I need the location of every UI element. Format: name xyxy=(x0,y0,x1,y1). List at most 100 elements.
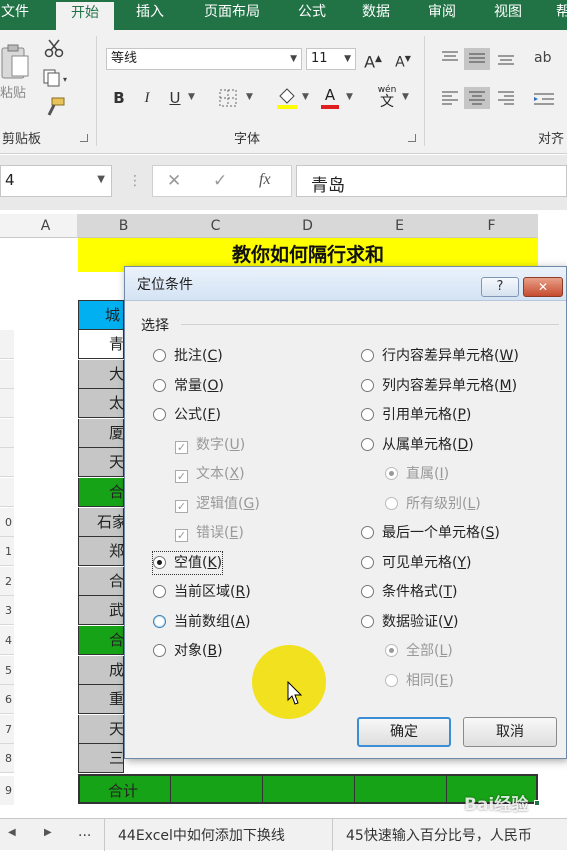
tab-data[interactable]: 数据 xyxy=(350,0,402,30)
city-cell[interactable]: 武 xyxy=(78,596,124,626)
fill-color-icon[interactable] xyxy=(276,86,298,110)
copy-icon[interactable]: ▾ xyxy=(42,68,72,88)
row-header[interactable]: 6 xyxy=(0,685,14,715)
tab-file[interactable]: 文件 xyxy=(0,0,38,30)
fill-color-dropdown-icon[interactable]: ▼ xyxy=(302,92,309,102)
grow-font-button[interactable]: A▲ xyxy=(362,47,384,71)
row-header[interactable]: 5 xyxy=(0,655,14,685)
dialog-title-bar[interactable]: 定位条件 ? ✕ xyxy=(125,267,566,301)
city-cell[interactable]: 三 xyxy=(78,744,124,774)
column-header-c[interactable]: C xyxy=(170,214,262,238)
font-launcher-icon[interactable] xyxy=(408,134,416,142)
radio-icon[interactable] xyxy=(361,585,374,598)
city-cell[interactable]: 大 xyxy=(78,359,124,389)
option-l-2[interactable]: 公式(F) xyxy=(153,404,221,426)
row-header[interactable]: 0 xyxy=(0,507,14,537)
border-dropdown-icon[interactable]: ▼ xyxy=(246,92,253,102)
row-header[interactable] xyxy=(0,359,14,389)
radio-icon[interactable] xyxy=(153,555,166,569)
row-header[interactable]: 7 xyxy=(0,714,14,744)
option-l-0[interactable]: 批注(C) xyxy=(153,345,223,367)
option-r-1[interactable]: 列内容差异单元格(M) xyxy=(361,375,517,397)
city-cell[interactable]: 成 xyxy=(78,655,124,685)
row-header[interactable] xyxy=(0,478,14,507)
bold-button[interactable]: B xyxy=(110,86,128,110)
ok-button[interactable]: 确定 xyxy=(357,717,451,747)
city-cell[interactable]: 郑 xyxy=(78,537,124,567)
radio-icon[interactable] xyxy=(153,349,166,362)
radio-icon[interactable] xyxy=(361,614,374,628)
font-color-dropdown-icon[interactable]: ▼ xyxy=(346,92,353,102)
italic-button[interactable]: I xyxy=(138,86,156,110)
city-cell[interactable]: 重 xyxy=(78,685,124,715)
phonetic-dropdown-icon[interactable]: ▼ xyxy=(402,92,409,102)
radio-icon[interactable] xyxy=(153,408,166,421)
sheet-tab[interactable]: 45快速输入百分比号，人民币 xyxy=(346,825,567,845)
tab-page-layout[interactable]: 页面布局 xyxy=(190,0,274,30)
city-cell[interactable]: 合 xyxy=(78,566,124,596)
radio-icon[interactable] xyxy=(361,555,374,569)
sheet-tab[interactable]: 44Excel中如何添加下换线 xyxy=(118,825,285,845)
city-cell[interactable]: 石家 xyxy=(78,507,124,537)
phonetic-guide-button[interactable]: wén 文 xyxy=(372,84,402,112)
city-header-cell[interactable]: 城 xyxy=(78,300,124,330)
city-cell[interactable]: 合 xyxy=(78,626,124,655)
row-header[interactable] xyxy=(0,389,14,419)
sheet-more-button[interactable]: ... xyxy=(78,824,91,840)
insert-function-icon[interactable]: fx xyxy=(259,171,271,189)
option-r-8[interactable]: 条件格式(T) xyxy=(361,581,458,603)
column-header-f[interactable]: F xyxy=(446,214,538,238)
row-header[interactable]: 9 xyxy=(0,776,14,805)
paste-label[interactable]: 粘贴 xyxy=(0,82,26,101)
tab-insert[interactable]: 插入 xyxy=(122,0,178,30)
radio-icon[interactable] xyxy=(153,378,166,392)
tab-review[interactable]: 审阅 xyxy=(416,0,468,30)
city-cell[interactable]: 厦 xyxy=(78,418,124,448)
tab-formulas[interactable]: 公式 xyxy=(286,0,338,30)
city-cell[interactable]: 合 xyxy=(78,478,124,507)
row-header[interactable] xyxy=(0,448,14,478)
city-cell[interactable]: 天 xyxy=(78,448,124,478)
clipboard-launcher-icon[interactable] xyxy=(80,134,88,142)
fill-handle[interactable] xyxy=(534,800,540,806)
radio-icon[interactable] xyxy=(153,585,166,598)
radio-icon[interactable] xyxy=(153,614,166,628)
option-r-9[interactable]: 数据验证(V) xyxy=(361,611,459,633)
option-l-10[interactable]: 对象(B) xyxy=(153,640,223,662)
column-header-d[interactable]: D xyxy=(262,214,354,238)
sheet-nav-prev-icon[interactable]: ◀ xyxy=(8,827,16,838)
row-header[interactable] xyxy=(0,330,14,359)
row-header[interactable]: 8 xyxy=(0,744,14,774)
city-cell[interactable]: 青 xyxy=(78,330,124,359)
column-header-b[interactable]: B xyxy=(78,214,170,238)
tab-help[interactable]: 帮 xyxy=(548,0,567,30)
cut-icon[interactable] xyxy=(44,38,64,58)
paste-icon[interactable] xyxy=(0,44,30,82)
font-size-select[interactable]: 11 ▼ xyxy=(306,48,356,70)
underline-dropdown-icon[interactable]: ▼ xyxy=(188,92,195,102)
city-cell[interactable]: 天 xyxy=(78,714,124,744)
city-cell[interactable]: 太 xyxy=(78,389,124,419)
cancel-icon[interactable]: ✕ xyxy=(167,171,181,191)
row-header[interactable]: 4 xyxy=(0,626,14,655)
help-button[interactable]: ? xyxy=(481,277,519,297)
radio-icon[interactable] xyxy=(361,437,374,451)
option-l-9[interactable]: 当前数组(A) xyxy=(153,611,251,633)
radio-icon[interactable] xyxy=(361,378,374,392)
option-l-1[interactable]: 常量(O) xyxy=(153,375,224,397)
option-r-0[interactable]: 行内容差异单元格(W) xyxy=(361,345,519,367)
radio-icon[interactable] xyxy=(361,349,374,362)
radio-icon[interactable] xyxy=(361,526,374,539)
border-icon[interactable] xyxy=(218,88,238,108)
row-header[interactable]: 1 xyxy=(0,537,14,567)
shrink-font-button[interactable]: A▼ xyxy=(392,47,414,71)
format-painter-icon[interactable] xyxy=(44,96,66,118)
font-name-select[interactable]: 等线 ▼ xyxy=(106,48,302,70)
radio-icon[interactable] xyxy=(361,408,374,421)
option-r-3[interactable]: 从属单元格(D) xyxy=(361,434,474,456)
formula-input[interactable]: 青岛 xyxy=(296,165,567,197)
column-header-e[interactable]: E xyxy=(354,214,446,238)
select-all-corner[interactable] xyxy=(0,214,14,238)
tab-home[interactable]: 开始 xyxy=(56,0,114,30)
radio-icon[interactable] xyxy=(153,644,166,657)
